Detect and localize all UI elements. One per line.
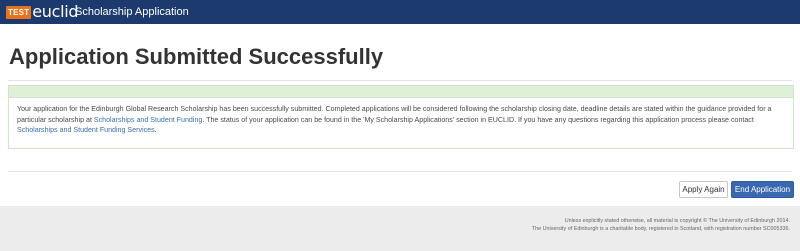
scholarships-funding-services-link[interactable]: Scholarships and Student Funding Service… — [17, 126, 155, 134]
scholarships-funding-link[interactable]: Scholarships and Student Funding — [94, 116, 202, 124]
app-title: Scholarship Application — [75, 6, 189, 18]
message-text-part-2: . The status of your application can be … — [202, 115, 754, 124]
top-navigation-bar: TEST euclid Scholarship Application — [0, 0, 800, 24]
end-application-button[interactable]: End Application — [731, 181, 794, 198]
success-message-panel: Your application for the Edinburgh Globa… — [8, 85, 794, 149]
euclid-logo[interactable]: TEST euclid — [6, 2, 79, 21]
logo-wordmark: euclid — [32, 2, 79, 21]
footer-copyright: Unless explicitly stated otherwise, all … — [564, 218, 790, 224]
success-panel-header — [9, 86, 793, 98]
footer-charity-notice: The University of Edinburgh is a charita… — [531, 226, 790, 232]
apply-again-button[interactable]: Apply Again — [679, 181, 728, 198]
page-title: Application Submitted Successfully — [9, 44, 384, 69]
message-text-part-3: . — [154, 126, 157, 134]
actions-divider — [8, 171, 792, 172]
success-message-text: Your application for the Edinburgh Globa… — [17, 104, 789, 136]
page-footer: Unless explicitly stated otherwise, all … — [0, 206, 800, 251]
title-divider — [8, 80, 792, 81]
logo-test-badge: TEST — [6, 5, 32, 19]
